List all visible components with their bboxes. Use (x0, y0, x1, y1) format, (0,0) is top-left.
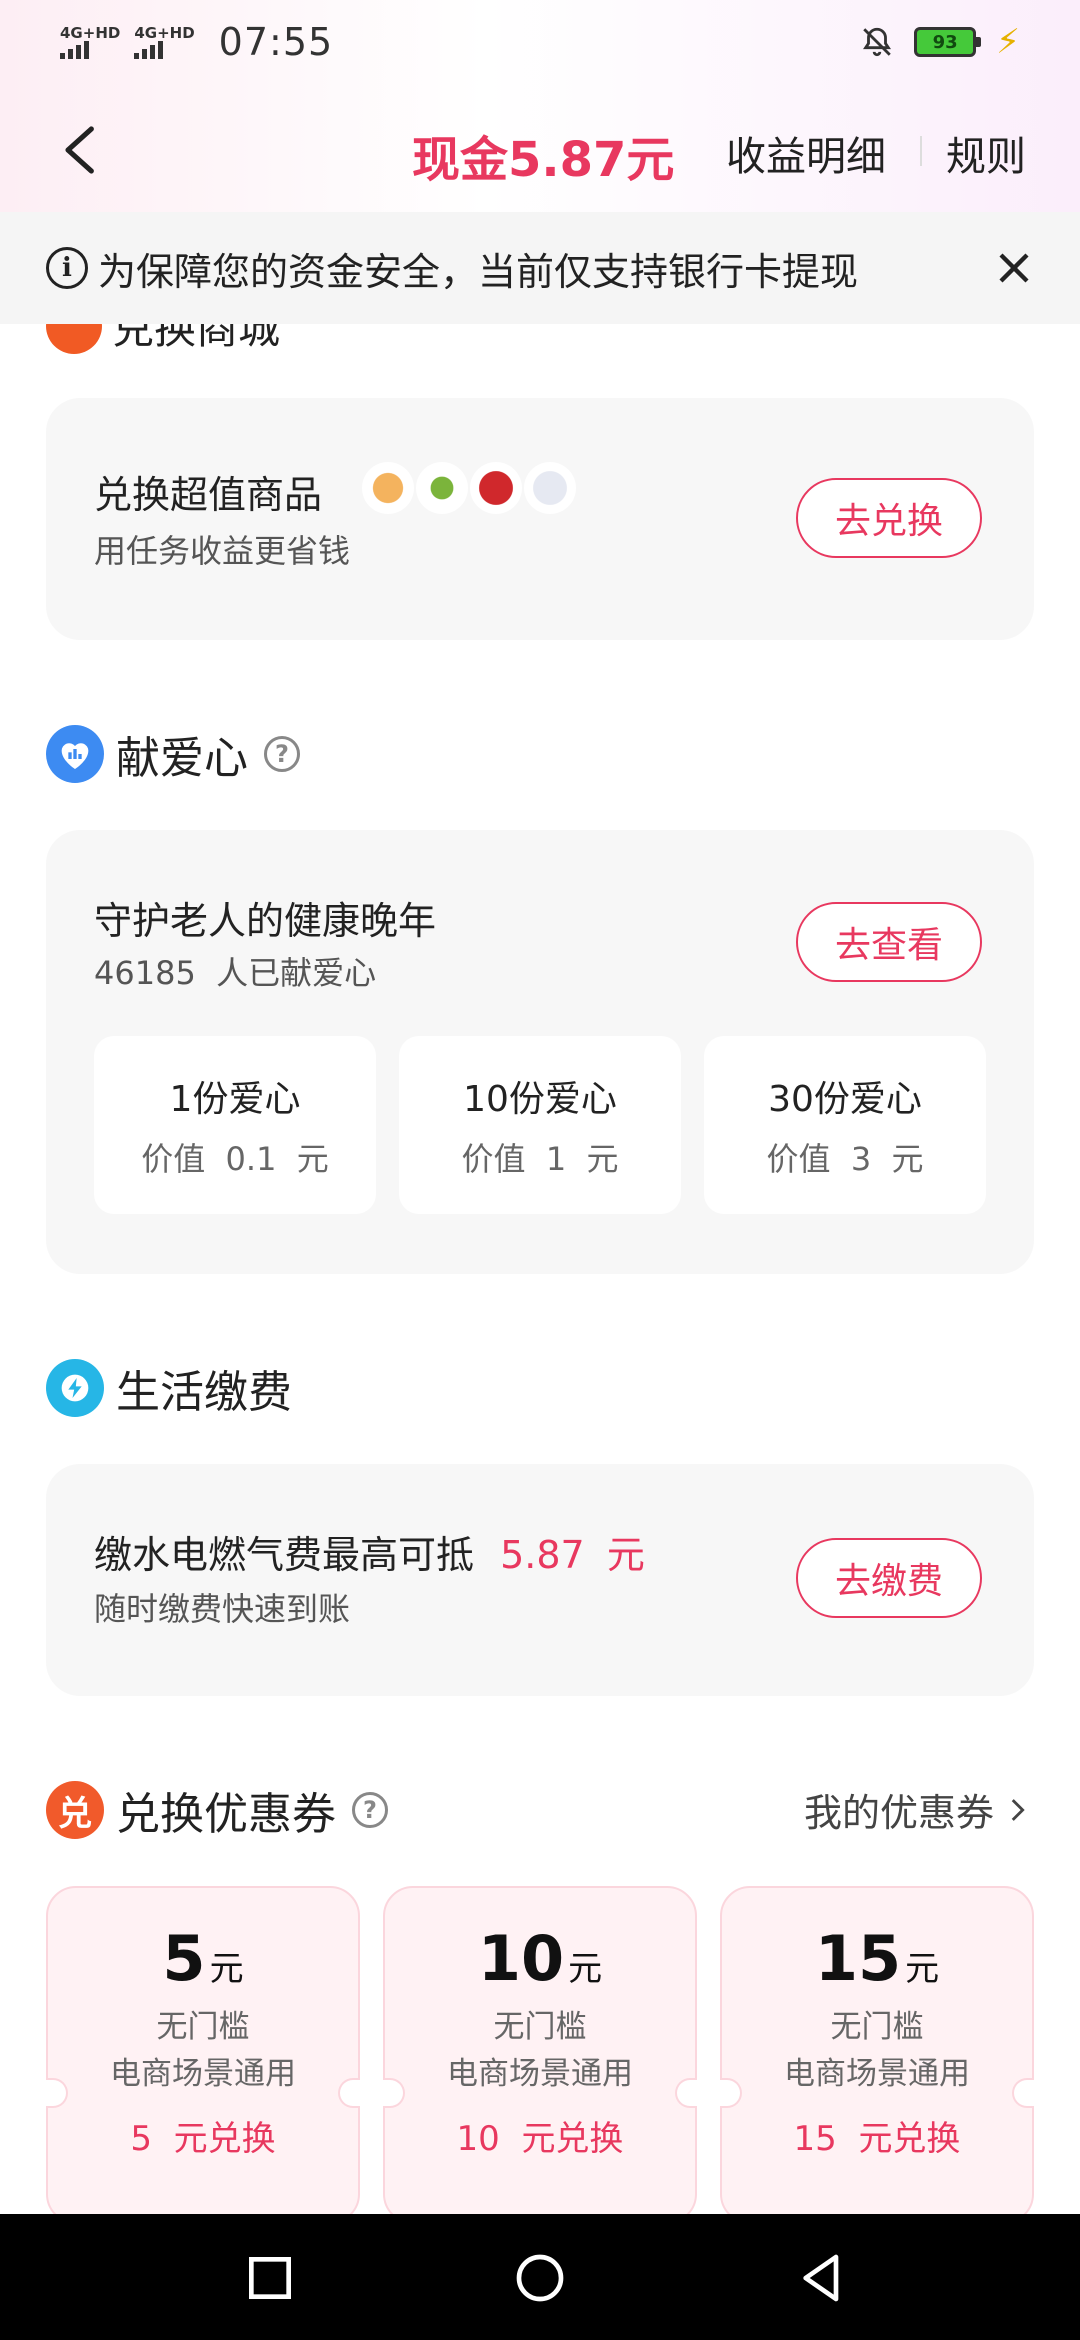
system-nav-bar (0, 2214, 1080, 2340)
lightning-icon (46, 1359, 104, 1417)
signal-indicator-1: 4G+HD (60, 25, 120, 59)
coupon-exchange-label: 15 元兑换 (793, 2119, 961, 2159)
coupon-scope: 电商场景通用 (110, 2056, 296, 2092)
mall-card-subtitle: 用任务收益更省钱 (94, 532, 351, 570)
notice-bar: i 为保障您的资金安全，当前仅支持银行卡提现 (0, 212, 1080, 324)
exchange-button[interactable]: 去兑换 (796, 478, 982, 558)
utilities-amount: 5.87 (500, 1533, 585, 1577)
help-icon[interactable]: ? (264, 736, 300, 772)
my-coupons-link[interactable]: 我的优惠券 (804, 1782, 1034, 1837)
utilities-title: 生活缴费 (116, 1367, 292, 1418)
charging-bolt-icon: ⚡ (996, 22, 1020, 62)
nav-divider (920, 136, 922, 166)
recent-apps-icon[interactable] (242, 2250, 298, 2306)
network-label: 4G+HD (134, 24, 195, 42)
mall-card-title: 兑换超值商品 (94, 473, 323, 517)
heart-chart-icon (46, 725, 104, 783)
charity-section-title: 献爱心 ? (46, 722, 300, 786)
battery-icon: 93 (914, 27, 982, 57)
close-icon[interactable] (988, 242, 1040, 294)
home-icon[interactable] (512, 2250, 568, 2306)
charity-count-suffix: 人已献爱心 (216, 954, 377, 992)
product-thumbnails (362, 462, 576, 514)
coupon-notch (720, 2078, 742, 2108)
signal-bars-icon (60, 41, 89, 59)
utilities-card: 缴水电燃气费最高可抵 5.87 元 随时缴费快速到账 去缴费 (46, 1464, 1034, 1696)
coupon-condition: 无门槛 (830, 2009, 924, 2045)
charity-title: 献爱心 (116, 733, 248, 784)
silent-bell-icon (863, 27, 892, 57)
rules-link[interactable]: 规则 (946, 124, 1026, 182)
coupon-notch (46, 2078, 68, 2108)
coupon-amount: 10 元 (477, 1922, 603, 1995)
coupon-condition: 无门槛 (493, 2009, 587, 2045)
signal-indicator-2: 4G+HD (134, 24, 195, 59)
coupon-card-15[interactable]: 15 元 无门槛 电商场景通用 15 元兑换 (720, 1886, 1034, 2224)
product-thumb-icon (470, 462, 522, 514)
chevron-right-icon (1011, 1798, 1025, 1821)
love-option-1[interactable]: 1份爱心 价值 0.1 元 (94, 1036, 376, 1214)
status-time: 07:55 (218, 20, 334, 64)
battery-level: 93 (932, 31, 958, 53)
back-triangle-icon[interactable] (794, 2250, 850, 2306)
coupons-section-title: 兑 兑换优惠券 ? (46, 1778, 388, 1842)
coupon-scope: 电商场景通用 (784, 2056, 970, 2092)
love-option-title: 10份爱心 (463, 1079, 617, 1120)
coupon-exchange-label: 5 元兑换 (130, 2119, 276, 2159)
back-arrow-icon[interactable] (54, 122, 110, 178)
coupon-amount: 5元 (162, 1922, 244, 1995)
mall-card: 兑换超值商品 用任务收益更省钱 去兑换 (46, 398, 1034, 640)
product-thumb-icon (362, 462, 414, 514)
love-option-title: 1份爱心 (169, 1079, 301, 1120)
product-thumb-icon (416, 462, 468, 514)
signal-bars-icon (134, 41, 164, 59)
coupons-title: 兑换优惠券 (116, 1789, 336, 1840)
coupon-card-10[interactable]: 10 元 无门槛 电商场景通用 10 元兑换 (383, 1886, 697, 2224)
cash-balance: 现金5.87元 (412, 132, 675, 188)
pay-bills-button[interactable]: 去缴费 (796, 1538, 982, 1618)
love-option-value: 价值 0.1 元 (141, 1140, 329, 1178)
network-label: 4G+HD (60, 24, 121, 42)
love-option-title: 30份爱心 (768, 1079, 922, 1120)
charity-count: 46185 (94, 954, 196, 992)
earnings-detail-link[interactable]: 收益明细 (726, 124, 886, 182)
love-option-value: 价值 1 元 (461, 1140, 619, 1178)
view-charity-button[interactable]: 去查看 (796, 902, 982, 982)
utilities-card-title: 缴水电燃气费最高可抵 (94, 1533, 475, 1577)
utilities-card-subtitle: 随时缴费快速到账 (94, 1590, 351, 1628)
status-bar: 4G+HD 4G+HD 07:55 93 ⚡ (0, 0, 1080, 84)
utilities-section-title: 生活缴费 (46, 1356, 292, 1420)
coupon-notch (675, 2078, 697, 2108)
coupon-card-5[interactable]: 5元 无门槛 电商场景通用 5 元兑换 (46, 1886, 360, 2224)
coupon-notch (338, 2078, 360, 2108)
utilities-card-title-line: 缴水电燃气费最高可抵 5.87 元 (94, 1524, 645, 1579)
my-coupons-label: 我的优惠券 (803, 1791, 994, 1835)
love-option-2[interactable]: 10份爱心 价值 1 元 (399, 1036, 681, 1214)
product-thumb-icon (524, 462, 576, 514)
info-icon: i (46, 247, 88, 289)
charity-card-title: 守护老人的健康晚年 (94, 899, 437, 943)
coupon-scope: 电商场景通用 (447, 2056, 633, 2092)
love-option-value: 价值 3 元 (766, 1140, 924, 1178)
exchange-badge-icon: 兑 (46, 1781, 104, 1839)
charity-count-line: 46185 人已献爱心 (94, 948, 376, 994)
coupon-notch (1012, 2078, 1034, 2108)
notice-text: 为保障您的资金安全，当前仅支持银行卡提现 (98, 249, 859, 294)
coupon-amount: 15 元 (814, 1922, 940, 1995)
help-icon[interactable]: ? (352, 1792, 388, 1828)
coupon-exchange-label: 10 元兑换 (456, 2119, 624, 2159)
coupon-condition: 无门槛 (156, 2009, 250, 2045)
utilities-unit: 元 (606, 1533, 645, 1577)
coupon-notch (383, 2078, 405, 2108)
charity-card: 守护老人的健康晚年 46185 人已献爱心 去查看 1份爱心 价值 0.1 元 … (46, 830, 1034, 1274)
nav-bar: 现金5.87元 收益明细 规则 (0, 100, 1080, 200)
love-option-3[interactable]: 30份爱心 价值 3 元 (704, 1036, 986, 1214)
